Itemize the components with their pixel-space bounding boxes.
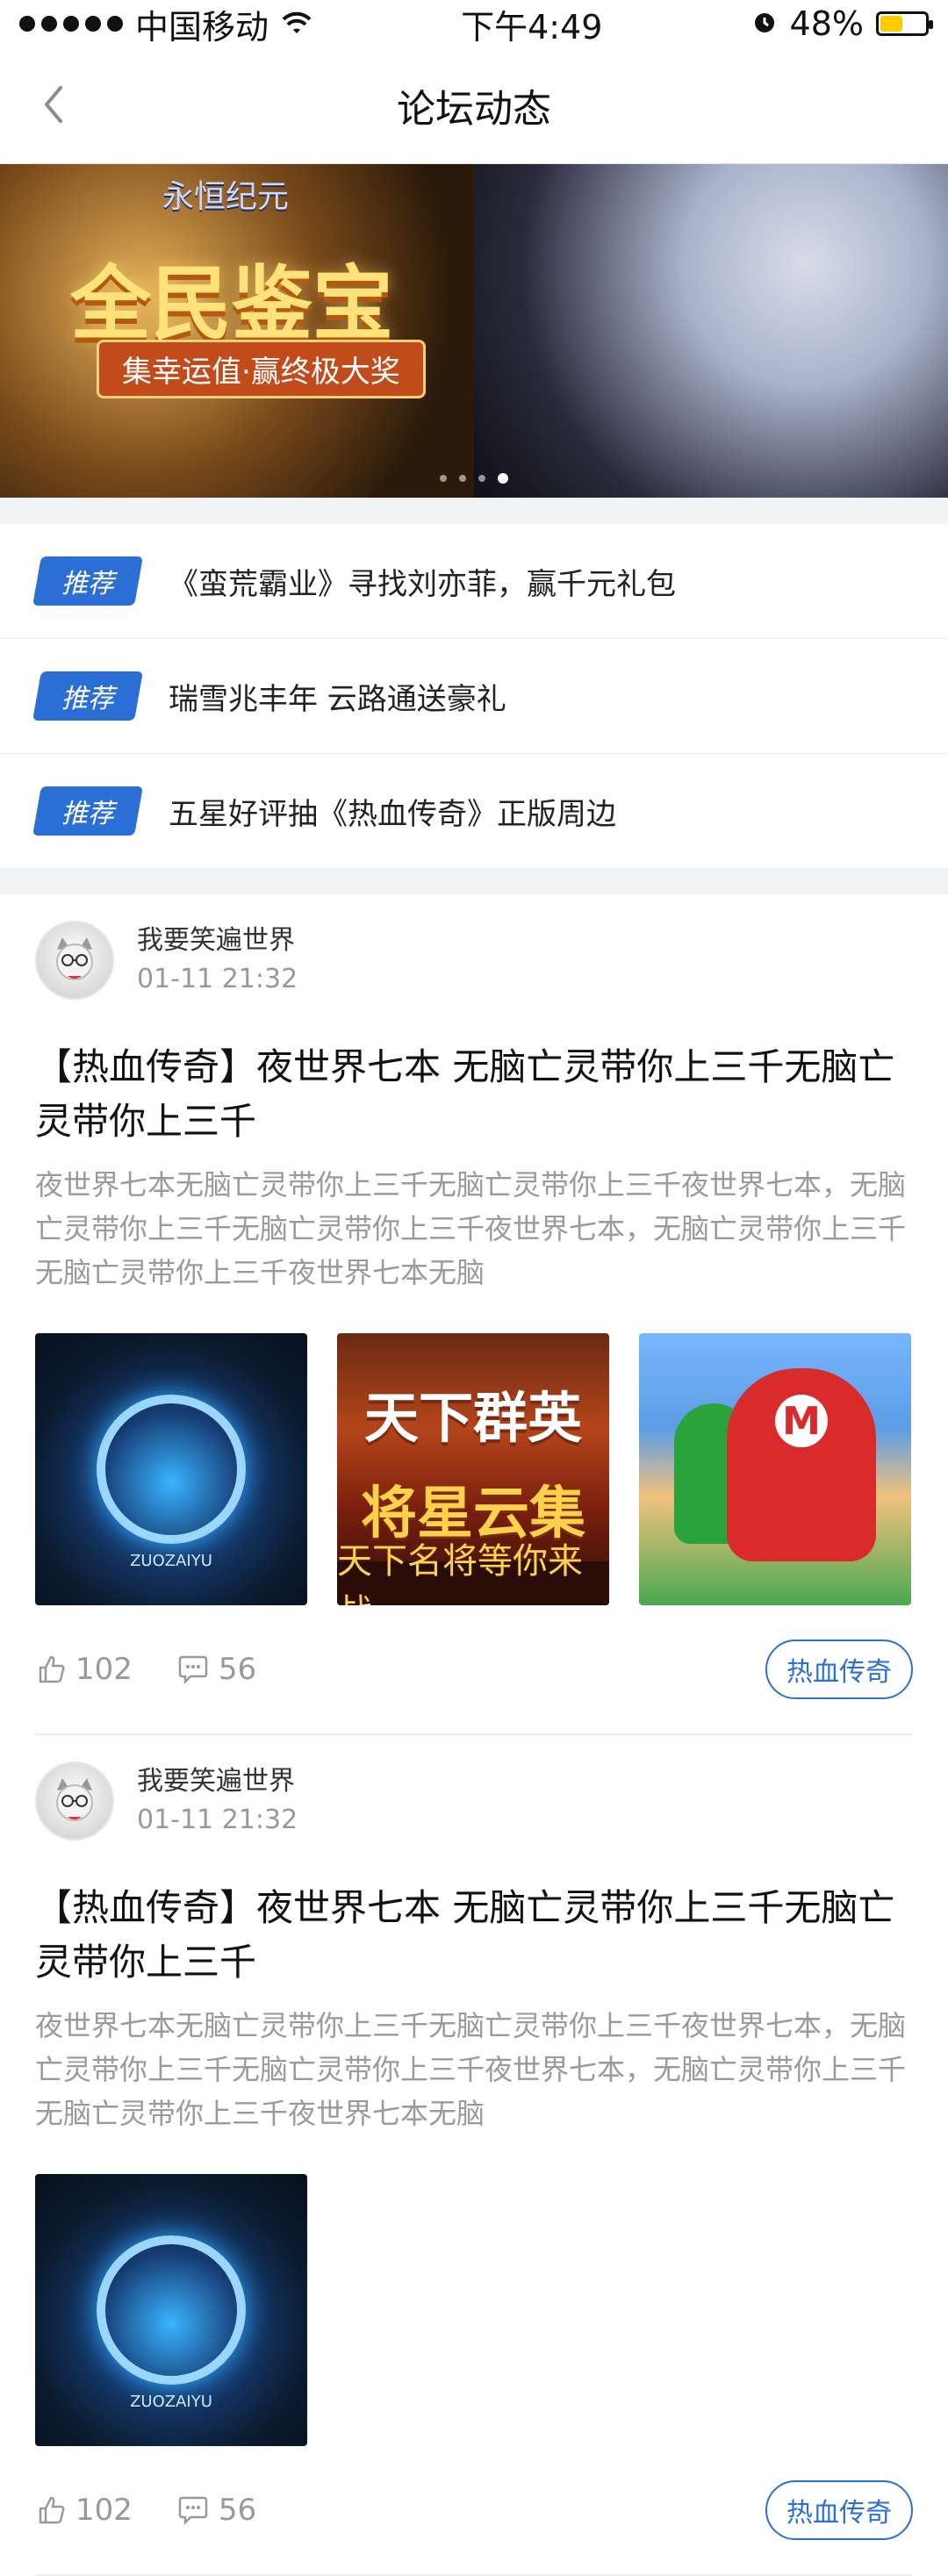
banner-dot[interactable] [440,475,447,482]
promo-banner[interactable]: 永恒纪元 全民鉴宝 集幸运值·赢终极大奖 [0,164,948,498]
recommend-badge: 推荐 [32,671,143,721]
section-divider [0,498,948,524]
status-bar: 中国移动 下午4:49 48% [0,0,948,47]
post-image[interactable]: ZUOZAIYU [35,1333,307,1605]
post-image[interactable] [639,1333,911,1605]
cat-avatar-icon [56,937,93,980]
author-meta: 我要笑遍世界 01-11 21:32 [137,922,298,999]
author-meta: 我要笑遍世界 01-11 21:32 [137,1762,298,1840]
post-excerpt[interactable]: 夜世界七本无脑亡灵带你上三千无脑亡灵带你上三千夜世界七本，无脑亡灵带你上三千无脑… [35,2004,913,2135]
post-excerpt[interactable]: 夜世界七本无脑亡灵带你上三千无脑亡灵带你上三千夜世界七本，无脑亡灵带你上三千无脑… [35,1163,913,1295]
post-stats: 102 56 [35,1652,256,1687]
post-author[interactable]: 我要笑遍世界 01-11 21:32 [35,921,913,1000]
status-time: 下午4:49 [461,7,603,47]
post-author[interactable]: 我要笑遍世界 01-11 21:32 [35,1762,913,1841]
comment-button[interactable]: 56 [176,2493,256,2528]
post-title[interactable]: 【热血传奇】夜世界七本 无脑亡灵带你上三千无脑亡灵带你上三千 [35,1881,913,1990]
post-title[interactable]: 【热血传奇】夜世界七本 无脑亡灵带你上三千无脑亡灵带你上三千 [35,1040,913,1149]
thumbs-up-icon [39,1655,65,1683]
post-image-grid: ZUOZAIYU [35,2174,913,2446]
post-image-grid: ZUOZAIYU 天下群英 将星云集 天下名将等你来战 [35,1333,913,1605]
wifi-icon [281,4,312,43]
recommendation-text: 五星好评抽《热血传奇》正版周边 [169,796,616,832]
comment-count: 56 [218,2493,257,2528]
image-caption: ZUOZAIYU [130,1552,212,1570]
back-button[interactable] [26,74,79,135]
recommend-badge: 推荐 [32,786,143,836]
image-caption: ZUOZAIYU [130,2393,212,2411]
forum-post[interactable]: 我要笑遍世界 01-11 21:32 【热血传奇】夜世界七本 无脑亡灵带你上三千… [0,894,948,1735]
cat-avatar-icon [56,1778,93,1821]
like-button[interactable]: 102 [35,2493,133,2528]
page-title: 论坛动态 [397,87,551,132]
banner-subtitle: 集幸运值·赢终极大奖 [97,340,426,398]
navigation-bar: 论坛动态 [0,47,948,164]
poster-title: 天下群英 [363,1386,582,1450]
battery-icon [875,11,933,36]
game-emblem-image [97,1395,246,1544]
game-emblem-image [97,2235,246,2385]
chevron-left-icon [45,86,62,123]
like-count: 102 [75,1652,133,1687]
alarm-icon [751,4,778,43]
post-actions: 102 56 热血传奇 [35,2446,913,2576]
status-bar-right: 48% [751,4,933,43]
banner-dot[interactable] [459,475,466,482]
author-name[interactable]: 我要笑遍世界 [137,922,298,960]
poster-tagline: 天下名将等你来战 [337,1541,609,1605]
status-bar-left: 中国移动 [19,0,312,48]
topic-tag-button[interactable]: 热血传奇 [765,2480,913,2540]
banner-logo: 永恒纪元 [162,179,290,215]
forum-post[interactable]: 我要笑遍世界 01-11 21:32 【热血传奇】夜世界七本 无脑亡灵带你上三千… [0,1735,948,2576]
avatar[interactable] [35,921,114,1000]
like-button[interactable]: 102 [35,1652,133,1687]
signal-strength-icon [19,16,123,32]
section-divider [0,868,948,894]
comment-count: 56 [218,1652,257,1687]
like-count: 102 [75,2493,133,2528]
recommendation-list: 推荐 《蛮荒霸业》寻找刘亦菲，赢千元礼包 推荐 瑞雪兆丰年 云路通送豪礼 推荐 … [0,524,948,868]
post-time: 01-11 21:32 [137,1805,298,1835]
post-stats: 102 56 [35,2493,256,2528]
comment-icon [178,2496,208,2525]
comment-button[interactable]: 56 [176,1652,256,1687]
battery-level [880,16,902,32]
thumbs-up-icon [39,2496,65,2524]
mario-figure [727,1368,876,1561]
recommendation-item[interactable]: 推荐 瑞雪兆丰年 云路通送豪礼 [0,639,948,754]
recommendation-text: 瑞雪兆丰年 云路通送豪礼 [169,681,506,717]
avatar[interactable] [35,1762,114,1841]
battery-percentage: 48% [789,4,864,43]
recommend-badge: 推荐 [32,556,143,606]
carrier-name: 中国移动 [135,7,269,47]
post-actions: 102 56 热血传奇 [35,1605,913,1735]
post-image[interactable]: 天下群英 将星云集 天下名将等你来战 [337,1333,609,1605]
recommendation-text: 《蛮荒霸业》寻找刘亦菲，赢千元礼包 [169,566,676,602]
comment-icon [178,1655,208,1684]
post-time: 01-11 21:32 [137,964,298,994]
topic-tag-button[interactable]: 热血传奇 [765,1640,913,1699]
banner-pager [0,473,948,484]
author-name[interactable]: 我要笑遍世界 [137,1762,298,1801]
post-image[interactable]: ZUOZAIYU [35,2174,307,2446]
banner-dot[interactable] [478,475,485,482]
recommendation-item[interactable]: 推荐 五星好评抽《热血传奇》正版周边 [0,754,948,868]
banner-dot-active[interactable] [498,473,508,484]
banner-right-artwork [474,164,948,498]
banner-heading: 全民鉴宝 [70,257,394,351]
recommendation-item[interactable]: 推荐 《蛮荒霸业》寻找刘亦菲，赢千元礼包 [0,524,948,639]
